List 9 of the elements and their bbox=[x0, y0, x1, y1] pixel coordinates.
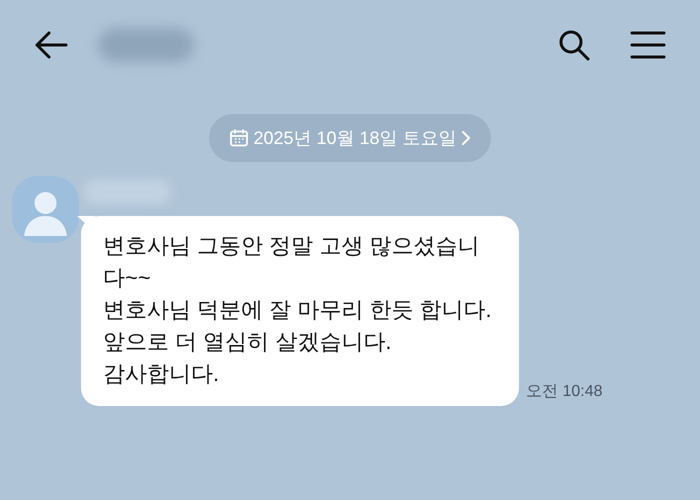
date-pill[interactable]: 2025년 10월 18일 토요일 bbox=[209, 114, 491, 162]
menu-icon[interactable] bbox=[630, 31, 666, 59]
message-time: 오전 10:48 bbox=[526, 382, 602, 402]
date-label: 2025년 10월 18일 토요일 bbox=[253, 126, 457, 150]
chevron-right-icon bbox=[460, 130, 471, 146]
back-arrow-icon[interactable] bbox=[34, 30, 68, 60]
search-icon[interactable] bbox=[558, 29, 590, 61]
message-bubble: 변호사님 그동안 정말 고생 많으셨습니다~~ 변호사님 덕분에 잘 마무리 한듯 합니다. 앞으로 더 열심히 살겠습니다. 감사합니다. bbox=[81, 216, 519, 406]
calendar-icon bbox=[229, 128, 250, 148]
